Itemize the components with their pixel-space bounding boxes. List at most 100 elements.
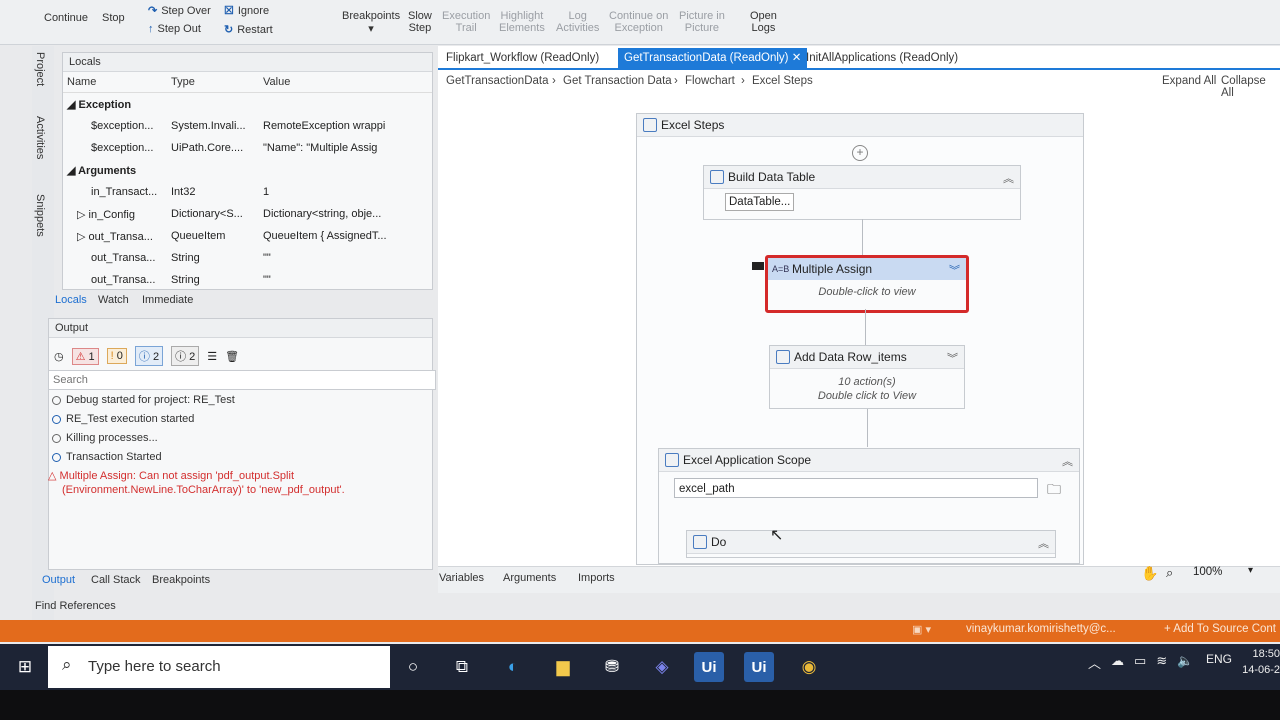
uipath-studio-icon[interactable]: Ui bbox=[694, 652, 724, 682]
restart-button[interactable]: ↻ Restart bbox=[224, 23, 273, 37]
table-row[interactable]: $exception... System.Invali... RemoteExcep… bbox=[63, 115, 432, 137]
excel-scope-title: Excel Application Scope bbox=[683, 453, 812, 467]
clock-icon[interactable]: ◷ bbox=[54, 350, 64, 363]
wifi-icon[interactable]: ≋ bbox=[1156, 653, 1167, 672]
build-data-table-activity[interactable]: Build Data Table ︽ DataTable... bbox=[703, 165, 1021, 220]
tab-snippets[interactable]: Snippets bbox=[34, 194, 46, 237]
tab-locals[interactable]: Locals bbox=[55, 294, 87, 306]
step-over-button[interactable]: ↷ Step Over bbox=[148, 4, 211, 18]
tab-arguments[interactable]: Arguments bbox=[503, 572, 556, 584]
collapse-all-link[interactable]: Collapse All bbox=[1221, 75, 1280, 99]
find-references-tab[interactable]: Find References bbox=[35, 600, 116, 612]
collapse-icon[interactable]: ︽ bbox=[1003, 168, 1014, 190]
step-over-icon: ↷ bbox=[148, 5, 158, 17]
build-data-table-title: Build Data Table bbox=[728, 170, 816, 184]
warning-filter-button[interactable]: ! 0 bbox=[106, 348, 127, 364]
volume-icon[interactable]: 🔈 bbox=[1177, 653, 1193, 672]
tab-project[interactable]: Project bbox=[34, 52, 46, 86]
stop-button[interactable]: Stop bbox=[102, 12, 125, 24]
collapse-icon[interactable]: ︽ bbox=[1038, 533, 1049, 555]
battery-icon[interactable]: ▭ bbox=[1134, 653, 1146, 672]
chevron-up-icon[interactable]: ︿ bbox=[1088, 653, 1101, 672]
error-filter-button[interactable]: ⚠ 1 bbox=[71, 347, 99, 365]
column-header-type[interactable]: Type bbox=[167, 72, 259, 93]
microsoft-store-icon[interactable]: ⛃ bbox=[597, 652, 627, 682]
chevron-down-icon[interactable]: ▾ bbox=[1248, 565, 1253, 576]
folder-icon[interactable]: 🗀 bbox=[1044, 479, 1064, 497]
expand-icon[interactable]: ︾ bbox=[947, 348, 958, 370]
trace-filter-button[interactable]: ⓘ 2 bbox=[171, 346, 200, 366]
uipath-assistant-icon[interactable]: Ui bbox=[744, 652, 774, 682]
column-header-name[interactable]: Name bbox=[63, 72, 167, 93]
tab-imports[interactable]: Imports bbox=[578, 572, 615, 584]
tab-flipkart-workflow[interactable]: Flipkart_Workflow (ReadOnly) bbox=[440, 48, 605, 68]
zoom-icon[interactable]: ⌕ bbox=[1166, 565, 1173, 581]
onedrive-icon[interactable]: ☁ bbox=[1111, 653, 1124, 672]
table-row[interactable]: in_Transact... Int32 1 bbox=[63, 181, 432, 203]
cortana-icon[interactable]: ○ bbox=[398, 652, 428, 682]
chrome-icon[interactable]: ◉ bbox=[794, 652, 824, 682]
do-sequence[interactable]: Do ︽ bbox=[686, 530, 1056, 558]
task-view-icon[interactable]: ⧉ bbox=[447, 652, 477, 682]
user-account[interactable]: vinaykumar.komirishetty@c... bbox=[966, 623, 1116, 635]
collapse-icon[interactable]: ︽ bbox=[1062, 451, 1073, 473]
breadcrumb-item[interactable]: Flowchart bbox=[685, 75, 735, 87]
tab-gettransactiondata[interactable]: GetTransactionData (ReadOnly) ✕ bbox=[618, 48, 808, 68]
continue-on-exception-button[interactable]: Continue on Exception bbox=[609, 10, 668, 34]
slow-step-button[interactable]: Slow Step bbox=[408, 10, 432, 34]
excel-path-input[interactable]: excel_path bbox=[674, 478, 1038, 498]
execution-trail-button[interactable]: Execution Trail bbox=[442, 10, 490, 34]
section-exception[interactable]: ◢ Exception bbox=[63, 93, 432, 116]
log-activities-button[interactable]: Log Activities bbox=[556, 10, 599, 34]
tab-breakpoints[interactable]: Breakpoints bbox=[152, 574, 210, 586]
table-row[interactable]: $exception... UiPath.Core.... "Name": "Mul… bbox=[63, 137, 432, 159]
tab-initallapplications[interactable]: InitAllApplications (ReadOnly) bbox=[800, 48, 964, 68]
zoom-level[interactable]: 100% bbox=[1193, 566, 1222, 578]
tab-call-stack[interactable]: Call Stack bbox=[91, 574, 141, 586]
ignore-button[interactable]: ☒ Ignore bbox=[224, 4, 269, 18]
tab-watch[interactable]: Watch bbox=[98, 294, 129, 306]
notification-icon[interactable]: ▣ ▾ bbox=[912, 623, 931, 636]
table-row[interactable]: ▷ in_Config Dictionary<S... Dictionary<str… bbox=[63, 203, 432, 225]
section-arguments[interactable]: ◢ Arguments bbox=[63, 159, 432, 181]
picture-in-picture-button[interactable]: Picture in Picture bbox=[679, 10, 725, 34]
add-activity-icon[interactable]: + bbox=[852, 145, 868, 161]
edge-browser-icon[interactable]: ◐ bbox=[498, 652, 528, 682]
language-indicator[interactable]: ENG bbox=[1206, 652, 1232, 666]
breadcrumb-item[interactable]: Excel Steps bbox=[752, 75, 813, 87]
info-filter-button[interactable]: ⓘ 2 bbox=[134, 346, 164, 366]
taskbar-search[interactable]: ⌕ Type here to search bbox=[48, 646, 390, 688]
datatable-button[interactable]: DataTable... bbox=[725, 193, 795, 211]
file-explorer-icon[interactable]: ▆ bbox=[548, 652, 578, 682]
expand-all-link[interactable]: Expand All bbox=[1162, 75, 1216, 87]
tab-activities[interactable]: Activities bbox=[34, 116, 46, 159]
breadcrumb-item[interactable]: GetTransactionData bbox=[446, 75, 548, 87]
table-row[interactable]: out_Transa... String "" bbox=[63, 269, 432, 291]
connector-line bbox=[862, 219, 863, 257]
windows-start-icon[interactable]: ⊞ bbox=[10, 652, 40, 682]
tab-variables[interactable]: Variables bbox=[439, 572, 484, 584]
trash-icon[interactable]: 🗑 bbox=[225, 350, 239, 363]
hand-pan-icon[interactable]: ✋ bbox=[1141, 565, 1158, 582]
output-search-input[interactable] bbox=[48, 370, 436, 390]
continue-button[interactable]: Continue bbox=[44, 12, 88, 24]
table-row[interactable]: ▷ out_Transa... QueueItem QueueItem { Assi… bbox=[63, 225, 432, 247]
clock[interactable]: 18:50 14-06-2 bbox=[1240, 646, 1280, 678]
teams-icon[interactable]: ◈ bbox=[647, 652, 677, 682]
breadcrumb-item[interactable]: Get Transaction Data bbox=[563, 75, 672, 87]
list-icon[interactable]: ☰ bbox=[207, 350, 217, 363]
table-row[interactable]: out_Transa... String "" bbox=[63, 247, 432, 269]
add-data-row-activity[interactable]: Add Data Row_items ︾ 10 action(s) Double … bbox=[769, 345, 965, 409]
multiple-assign-activity[interactable]: A=B Multiple Assign ︾ Double-click to vi… bbox=[765, 255, 969, 313]
tab-output[interactable]: Output bbox=[42, 574, 75, 586]
expand-icon[interactable]: ︾ bbox=[949, 260, 960, 282]
column-header-value[interactable]: Value bbox=[259, 72, 432, 93]
add-to-source-control-button[interactable]: + Add To Source Cont bbox=[1164, 623, 1276, 635]
tab-immediate[interactable]: Immediate bbox=[142, 294, 193, 306]
highlight-elements-button[interactable]: Highlight Elements bbox=[499, 10, 545, 34]
database-icon bbox=[710, 170, 724, 184]
open-logs-button[interactable]: Open Logs bbox=[750, 10, 777, 34]
breakpoints-button[interactable]: Breakpoints ▾ bbox=[342, 10, 400, 35]
step-out-button[interactable]: ↑ Step Out bbox=[148, 23, 201, 35]
output-filter-bar: ◷ ⚠ 1 ! 0 ⓘ 2 ⓘ 2 ☰ 🗑 bbox=[54, 346, 239, 366]
